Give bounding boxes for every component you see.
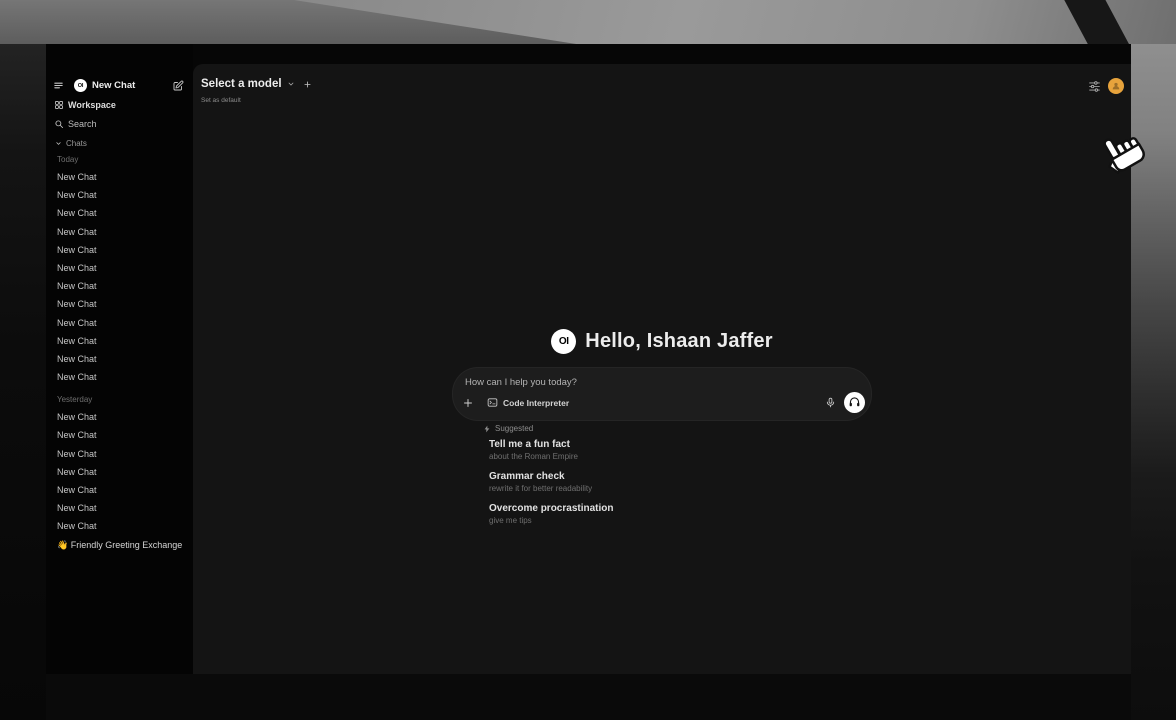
chats-section-toggle[interactable]: Chats [55,137,87,150]
sidebar-toggle-icon[interactable] [53,80,64,91]
code-interpreter-toggle[interactable]: Code Interpreter [487,397,569,408]
section-label-today: Today [57,152,189,168]
chat-item[interactable]: New Chat [57,204,189,222]
chat-item[interactable]: New Chat [57,295,189,313]
add-model-icon[interactable] [303,80,312,89]
suggestion-subtitle: give me tips [489,515,809,526]
chat-item[interactable]: New Chat [57,445,189,463]
user-icon [1111,81,1121,91]
workspace-label: Workspace [68,100,116,110]
attach-plus-icon[interactable] [462,397,474,409]
suggested-header: Suggested [483,424,533,433]
model-selector[interactable]: Select a model [201,78,312,90]
composer-placeholder[interactable]: How can I help you today? [465,377,577,388]
chat-item[interactable]: New Chat [57,408,189,426]
microphone-icon[interactable] [825,397,836,408]
suggestions: Tell me a fun fact about the Roman Empir… [489,438,809,534]
chat-item[interactable]: New Chat [57,314,189,332]
command-line-icon [487,397,498,408]
chat-item[interactable]: New Chat [57,350,189,368]
chat-item[interactable]: New Chat [57,368,189,386]
chat-item[interactable]: New Chat [57,259,189,277]
chat-item[interactable]: New Chat [57,241,189,259]
chat-item[interactable]: New Chat [57,223,189,241]
suggestion-title: Overcome procrastination [489,502,809,515]
chat-item[interactable]: New Chat [57,186,189,204]
settings-sliders-icon[interactable] [1088,80,1101,93]
sidebar-item-workspace[interactable]: Workspace [54,97,187,113]
greeting: OI Hello, Ishaan Jaffer [193,329,1131,354]
chat-item-friendly-greeting[interactable]: 👋 Friendly Greeting Exchange [57,536,189,554]
main-panel: Select a model Set as default OI [193,64,1131,674]
search-label: Search [68,119,97,129]
message-composer[interactable]: How can I help you today? Code Interpret… [452,367,872,421]
wallpaper-top [0,0,1176,44]
suggestion-title: Tell me a fun fact [489,438,809,451]
sidebar-header: OI New Chat [46,77,193,94]
chat-item[interactable]: New Chat [57,517,189,535]
chat-item[interactable]: New Chat [57,499,189,517]
suggested-label: Suggested [495,424,533,433]
app-logo: OI [74,79,87,92]
topbar-right [1088,78,1124,94]
code-interpreter-label: Code Interpreter [503,398,569,408]
sidebar: OI New Chat Workspace Search [46,44,193,674]
suggestion-title: Grammar check [489,470,809,483]
headphones-icon [848,396,861,409]
new-chat-edit-icon[interactable] [172,80,184,92]
greeting-text: Hello, Ishaan Jaffer [585,330,772,353]
chat-history: Today New ChatNew ChatNew ChatNew ChatNe… [57,152,189,554]
search-icon [54,119,64,129]
wallpaper-bottom [46,674,1131,720]
suggestion-item[interactable]: Grammar check rewrite it for better read… [489,470,809,494]
chat-item[interactable]: New Chat [57,332,189,350]
composer-toolbar: Code Interpreter [462,392,865,413]
sidebar-item-search[interactable]: Search [54,116,187,132]
new-chat-title[interactable]: New Chat [92,80,135,91]
suggestion-subtitle: rewrite it for better readability [489,483,809,494]
chat-item[interactable]: New Chat [57,463,189,481]
chat-list-today: New ChatNew ChatNew ChatNew ChatNew Chat… [57,168,189,386]
chat-item[interactable]: New Chat [57,481,189,499]
app-window: OI New Chat Workspace Search [46,44,1131,674]
wallpaper-right [1131,44,1176,720]
chats-toggle-label: Chats [66,139,87,148]
user-avatar[interactable] [1108,78,1124,94]
model-selector-label: Select a model [201,78,282,90]
chat-item[interactable]: New Chat [57,426,189,444]
suggestion-item[interactable]: Overcome procrastination give me tips [489,502,809,526]
app-logo-large: OI [551,329,576,354]
set-as-default-button[interactable]: Set as default [201,97,241,104]
chat-item[interactable]: New Chat [57,277,189,295]
screen: OI New Chat Workspace Search [0,0,1176,720]
wallpaper-left [0,44,46,720]
section-label-yesterday: Yesterday [57,392,189,408]
suggestion-subtitle: about the Roman Empire [489,451,809,462]
bolt-icon [483,425,491,433]
chat-item[interactable]: New Chat [57,168,189,186]
chevron-down-icon [55,140,62,147]
voice-call-button[interactable] [844,392,865,413]
suggestion-item[interactable]: Tell me a fun fact about the Roman Empir… [489,438,809,462]
chevron-down-icon [287,80,295,88]
chat-list-yesterday: New ChatNew ChatNew ChatNew ChatNew Chat… [57,408,189,535]
workspace-grid-icon [54,100,64,110]
